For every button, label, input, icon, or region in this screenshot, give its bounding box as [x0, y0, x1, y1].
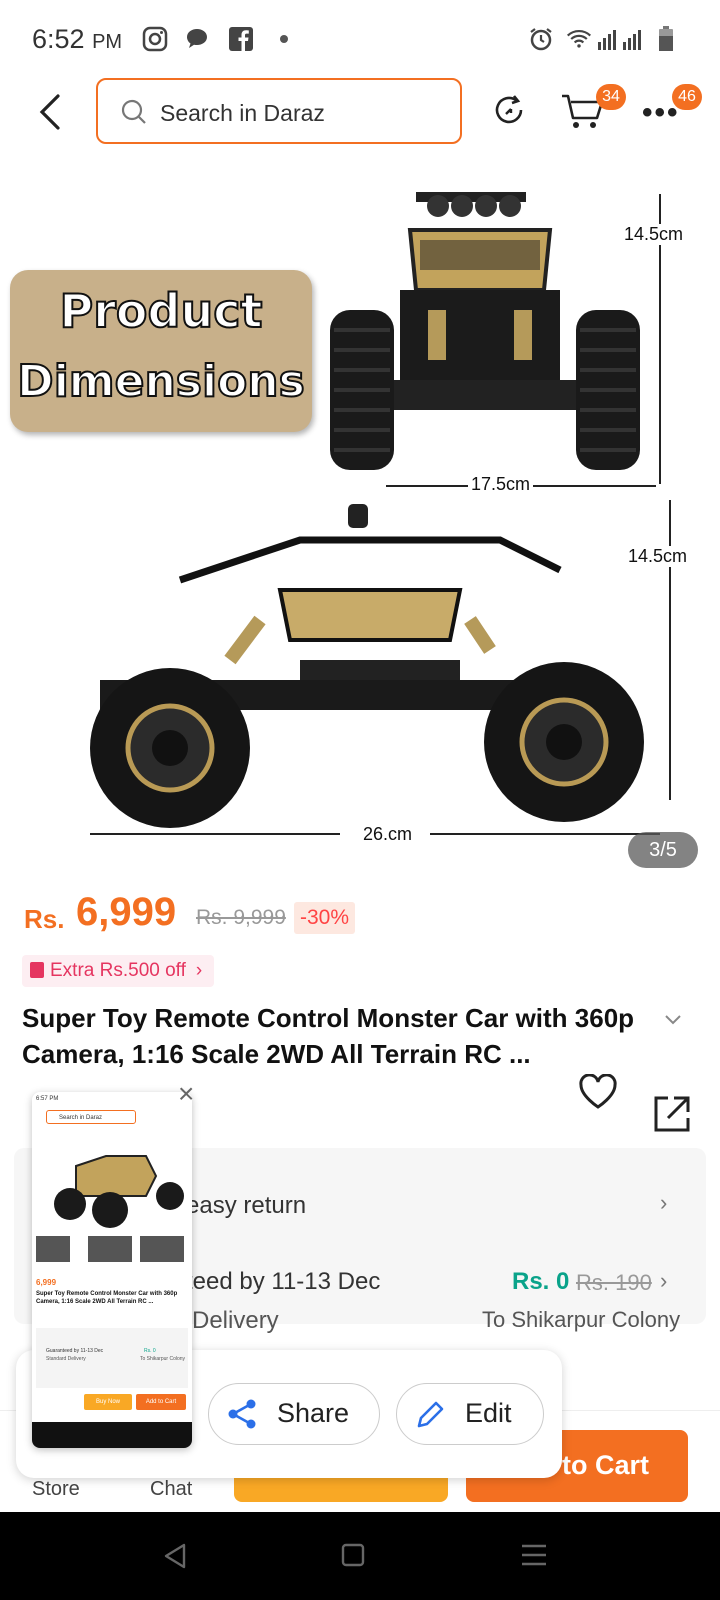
signal-icon — [598, 30, 641, 50]
price-current: 6,999 — [76, 890, 177, 934]
chevron-right-icon[interactable]: › — [660, 1190, 667, 1216]
chevron-right-icon[interactable]: › — [660, 1268, 667, 1294]
thumb-product-image — [36, 1136, 188, 1232]
chevron-down-icon[interactable] — [664, 1014, 682, 1026]
facebook-icon — [229, 27, 253, 51]
close-icon[interactable]: × — [178, 1078, 194, 1110]
thumb-fee: Rs. 0 — [144, 1348, 156, 1354]
car-front-view — [330, 192, 640, 470]
price-currency: Rs. — [24, 904, 65, 934]
heart-icon[interactable] — [578, 1074, 618, 1110]
thumb-search: Search in Daraz — [46, 1110, 136, 1124]
chevron-right-icon: › — [195, 960, 203, 981]
thumb-time: 6:57 PM — [36, 1096, 59, 1102]
search-bar[interactable]: Search in Daraz — [96, 78, 462, 144]
thumb-add-to-cart: Add to Cart — [136, 1394, 186, 1410]
edit-button[interactable]: Edit — [396, 1383, 544, 1445]
thumb-title: Super Toy Remote Control Monster Car wit… — [36, 1291, 178, 1305]
cart-badge: 34 — [596, 84, 626, 110]
dim-height-side: 14.5cm — [628, 546, 688, 567]
price-original: Rs. 9,999 — [196, 906, 286, 929]
alarm-icon — [530, 28, 552, 51]
edit-label: Edit — [465, 1398, 512, 1428]
image-counter: 3/5 — [628, 832, 698, 868]
system-nav-bar — [0, 1512, 720, 1600]
product-photo — [90, 192, 671, 835]
dimensions-banner: Product Dimensions — [10, 270, 312, 432]
share-button[interactable]: Share — [208, 1383, 380, 1445]
chat-bubble-icon — [187, 29, 207, 48]
nav-menu-icon[interactable] — [520, 1542, 548, 1568]
delivery-type: Delivery — [192, 1307, 279, 1334]
discount-badge: -30% — [294, 902, 356, 934]
thumb-destination: To Shikarpur Colony — [140, 1356, 186, 1362]
shipping-fee-old: Rs. 190 — [576, 1270, 652, 1295]
thumb-delivery: Guaranteed by 11-13 Dec — [46, 1348, 104, 1354]
return-text[interactable]: easy return — [186, 1192, 306, 1220]
store-label[interactable]: Store — [32, 1478, 80, 1501]
shipping-fee: Rs. 0 — [512, 1268, 570, 1295]
battery-icon — [659, 26, 673, 51]
share-label: Share — [277, 1398, 350, 1428]
more-badge: 46 — [672, 84, 702, 110]
refresh-icon[interactable] — [490, 90, 528, 130]
extra-offer-chip[interactable]: Extra Rs.500 off › — [22, 955, 215, 987]
status-bar: 6:52 PM — [0, 0, 720, 78]
instagram-icon — [142, 26, 168, 52]
product-title: Super Toy Remote Control Monster Car wit… — [22, 1003, 635, 1069]
pencil-icon — [417, 1401, 444, 1428]
dim-length-side: 26.cm — [360, 824, 416, 845]
thumb-price: 6,999 — [36, 1278, 57, 1287]
chat-label[interactable]: Chat — [150, 1478, 192, 1501]
share-nodes-icon — [228, 1399, 256, 1429]
search-placeholder: Search in Daraz — [160, 100, 325, 126]
thumb-delivery-type: Standard Delivery — [46, 1356, 86, 1362]
share-icon[interactable] — [652, 1094, 692, 1134]
product-image-gallery[interactable]: Product Dimensions 14.5cm 17.5cm 14.5cm … — [0, 160, 720, 870]
status-time: 6:52 PM — [32, 24, 123, 54]
wifi-icon — [566, 29, 592, 48]
dim-height-top: 14.5cm — [624, 224, 684, 245]
nav-back-icon[interactable] — [162, 1542, 188, 1570]
car-side-view — [90, 504, 644, 828]
delivery-destination[interactable]: To Shikarpur Colony — [482, 1307, 680, 1333]
search-icon — [121, 99, 146, 124]
extra-offer-text: Extra Rs.500 off — [50, 960, 186, 981]
thumb-buy-now: Buy Now — [84, 1394, 132, 1410]
screenshot-thumbnail[interactable]: 6:57 PM Search in Daraz 6,999 Super Toy … — [32, 1092, 192, 1448]
banner-line-2: Dimensions — [16, 355, 306, 408]
delivery-date[interactable]: teed by 11-13 Dec — [186, 1268, 380, 1296]
back-arrow-icon[interactable] — [32, 92, 72, 132]
voucher-icon — [30, 962, 44, 978]
notification-dot — [280, 35, 288, 43]
add-to-cart-label: to Cart — [562, 1450, 649, 1480]
banner-line-1: Product — [59, 283, 264, 339]
nav-home-icon[interactable] — [340, 1542, 366, 1568]
dim-width-top: 17.5cm — [468, 474, 534, 495]
